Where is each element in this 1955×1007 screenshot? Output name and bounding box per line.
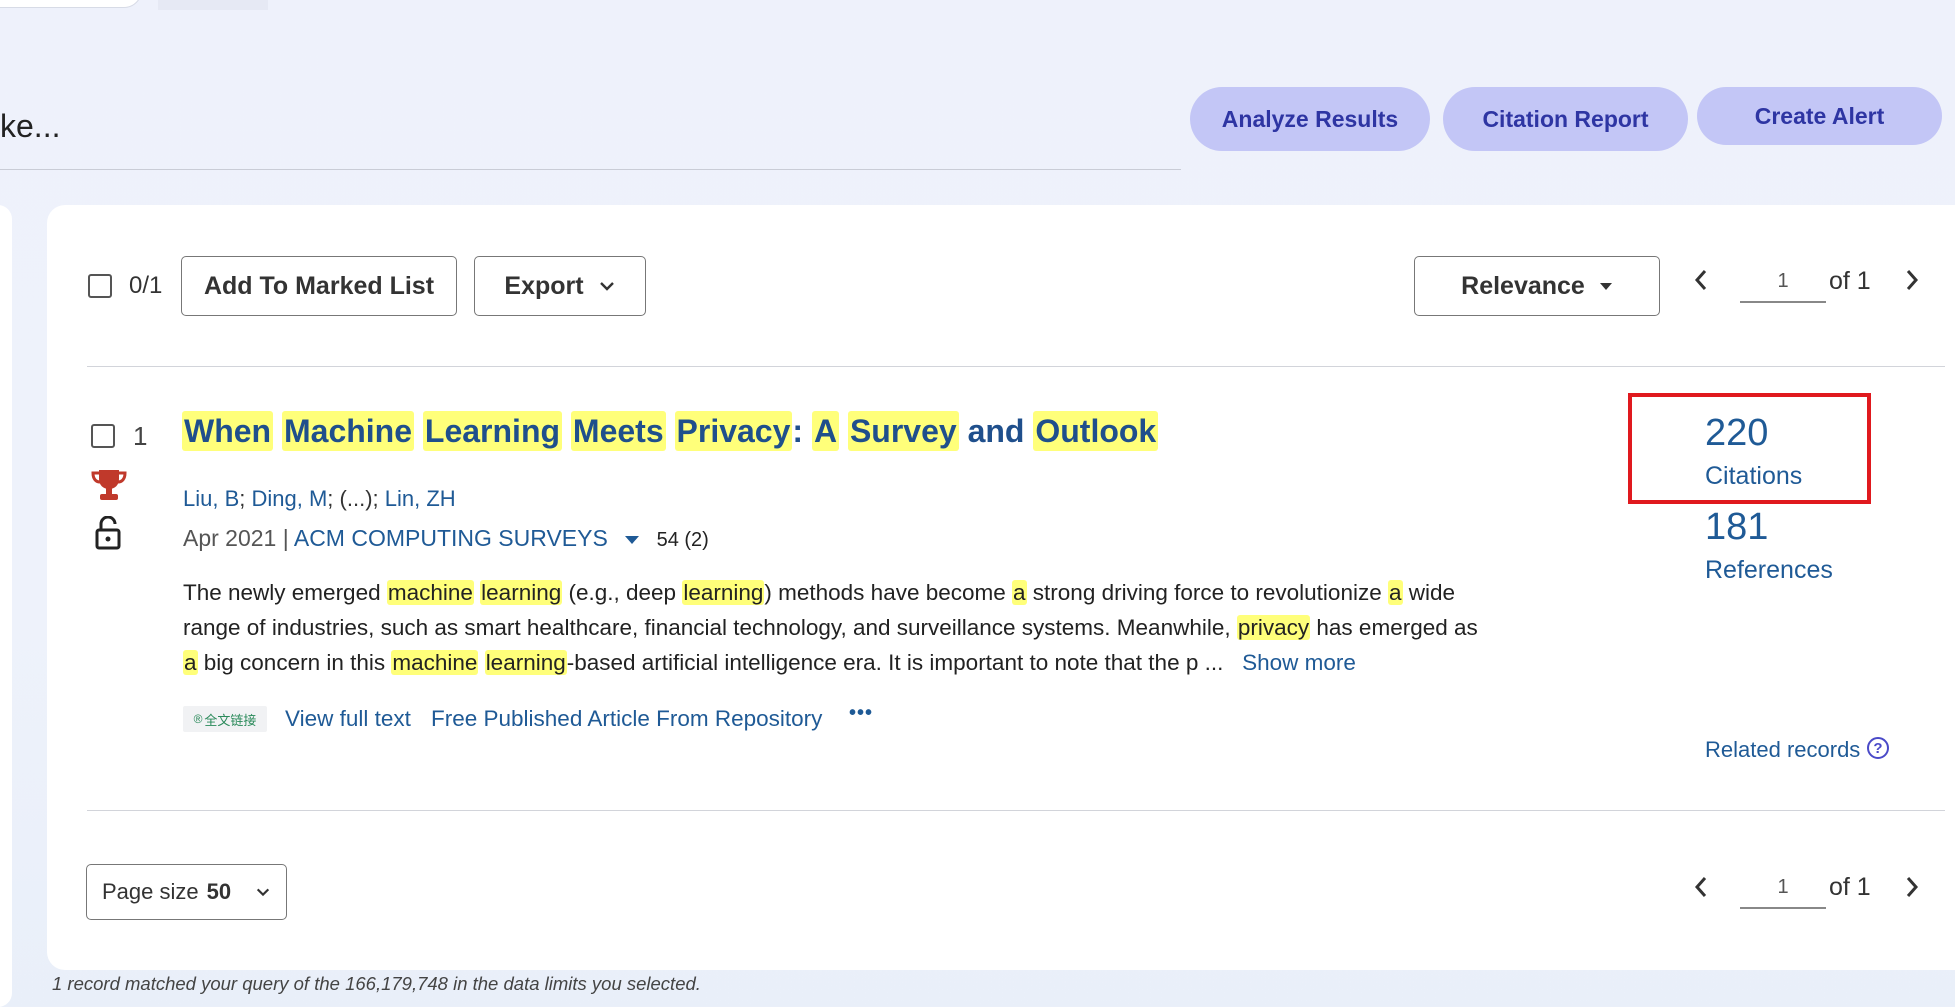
record-title[interactable]: When Machine Learning Meets Privacy: A S…	[182, 408, 1159, 454]
prev-page-button[interactable]	[1693, 268, 1709, 297]
caret-down-icon	[1599, 283, 1612, 290]
show-more-link[interactable]: Show more	[1242, 650, 1356, 675]
abstract: The newly emerged machine learning (e.g.…	[183, 575, 1483, 680]
prev-page-button-bottom[interactable]	[1693, 875, 1709, 904]
title-word: Survey	[847, 411, 959, 451]
abstract-line: The newly emerged machine learning (e.g.…	[183, 580, 1456, 605]
view-full-text-link[interactable]: View full text	[285, 706, 411, 732]
export-label: Export	[504, 271, 584, 300]
help-icon[interactable]: ?	[1867, 737, 1889, 759]
page-size-value: 50	[206, 879, 232, 904]
citation-report-button[interactable]: Citation Report	[1443, 87, 1688, 151]
page-number-input[interactable]: 1	[1740, 270, 1826, 303]
sort-label: Relevance	[1461, 271, 1585, 300]
unlock-icon	[95, 515, 121, 555]
tab-fragment	[158, 0, 268, 10]
author-link[interactable]: Lin, ZH	[385, 486, 456, 511]
export-button[interactable]: Export	[474, 256, 646, 316]
title-word: Machine	[281, 411, 415, 451]
references-label[interactable]: References	[1705, 556, 1833, 585]
search-field-fragment[interactable]	[0, 0, 142, 8]
analyze-results-button[interactable]: Analyze Results	[1190, 87, 1430, 151]
related-records-link[interactable]: Related records	[1705, 737, 1860, 763]
annotation-highlight-box	[1628, 393, 1871, 504]
next-page-button[interactable]	[1904, 268, 1920, 297]
title-word: When	[182, 411, 274, 451]
title-word: :	[792, 413, 804, 449]
filter-panel-edge	[0, 205, 12, 1007]
page-number-input-bottom[interactable]: 1	[1740, 876, 1826, 909]
page-total-bottom: of 1	[1829, 873, 1871, 901]
query-summary: ke...	[0, 108, 61, 144]
references-count[interactable]: 181	[1705, 506, 1768, 549]
next-page-button-bottom[interactable]	[1904, 875, 1920, 904]
page-size-select[interactable]: Page size 50	[86, 864, 287, 920]
sort-select[interactable]: Relevance	[1414, 256, 1660, 316]
title-word: and	[967, 413, 1025, 449]
abstract-line: a big concern in this machine learning-b…	[183, 650, 1356, 675]
chevron-right-icon	[1906, 877, 1919, 897]
page-size-label: Page size	[102, 879, 199, 904]
chevron-down-icon	[599, 282, 614, 291]
abstract-line: range of industries, such as smart healt…	[183, 615, 1478, 640]
select-all-checkbox[interactable]	[88, 274, 112, 298]
chevron-down-icon	[257, 888, 270, 897]
title-word: Meets	[570, 411, 666, 451]
author-ellipsis[interactable]: (...)	[340, 486, 373, 511]
title-word: Privacy	[674, 411, 793, 451]
record-divider	[87, 810, 1945, 811]
title-word: Outlook	[1033, 411, 1159, 451]
free-article-link[interactable]: Free Published Article From Repository	[431, 706, 822, 732]
add-to-marked-list-button[interactable]: Add To Marked List	[181, 256, 457, 316]
query-divider	[0, 169, 1181, 170]
more-options-button[interactable]: •••	[849, 702, 873, 725]
author-list: Liu, B; Ding, M; (...); Lin, ZH	[183, 486, 456, 511]
create-alert-button[interactable]: Create Alert	[1697, 87, 1942, 145]
author-link[interactable]: Liu, B	[183, 486, 239, 511]
caret-down-icon[interactable]	[624, 534, 640, 546]
title-word: Learning	[422, 411, 563, 451]
chevron-left-icon	[1694, 270, 1707, 290]
title-word: A	[811, 411, 840, 451]
publication-date: Apr 2021	[183, 525, 277, 551]
chevron-left-icon	[1694, 877, 1707, 897]
chevron-right-icon	[1906, 270, 1919, 290]
record-index: 1	[133, 421, 148, 451]
results-footer-note: 1 record matched your query of the 166,1…	[52, 973, 701, 994]
trophy-icon	[91, 468, 127, 507]
separator: |	[282, 525, 289, 551]
journal-link[interactable]: ACM COMPUTING SURVEYS	[294, 525, 608, 551]
source-line: Apr 2021 | ACM COMPUTING SURVEYS 54 (2)	[183, 525, 709, 552]
fulltext-badge[interactable]: ® 全文链接	[183, 706, 267, 732]
volume-issue: 54 (2)	[656, 529, 709, 551]
selected-count: 0/1	[129, 272, 163, 299]
toolbar-divider	[87, 366, 1945, 367]
author-link[interactable]: Ding, M	[252, 486, 328, 511]
page-total: of 1	[1829, 267, 1871, 295]
record-checkbox[interactable]	[91, 424, 115, 448]
